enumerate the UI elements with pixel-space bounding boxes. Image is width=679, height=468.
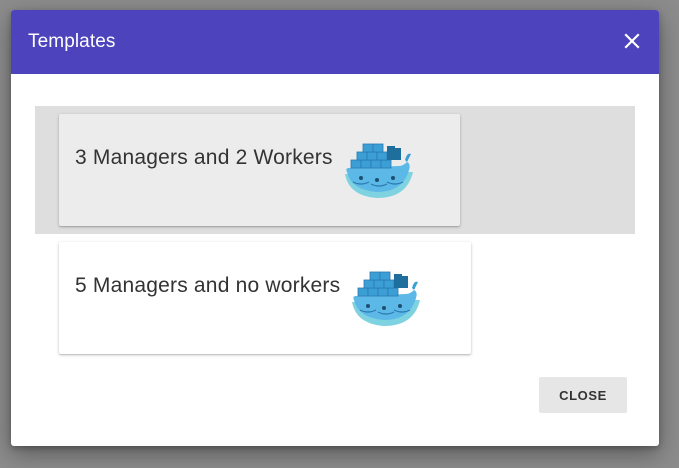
dialog-header: Templates [11,10,659,74]
close-button[interactable]: CLOSE [539,377,627,413]
dialog-title: Templates [28,31,116,52]
templates-list: 3 Managers and 2 Workers 5 Managers and … [35,106,635,358]
template-row: 5 Managers and no workers [35,234,635,358]
close-icon[interactable] [619,28,645,54]
template-row-selected: 3 Managers and 2 Workers [35,106,635,234]
docker-whale-icon [352,271,421,326]
template-card-5-managers-no-workers[interactable]: 5 Managers and no workers [59,242,471,354]
template-label: 3 Managers and 2 Workers [75,146,333,169]
dialog-actions: CLOSE [539,377,627,413]
templates-dialog: Templates 3 Managers and 2 Workers 5 Man… [11,10,659,446]
template-label: 5 Managers and no workers [75,274,341,297]
template-card-3-managers-2-workers[interactable]: 3 Managers and 2 Workers [59,114,460,226]
docker-whale-icon [344,143,413,198]
